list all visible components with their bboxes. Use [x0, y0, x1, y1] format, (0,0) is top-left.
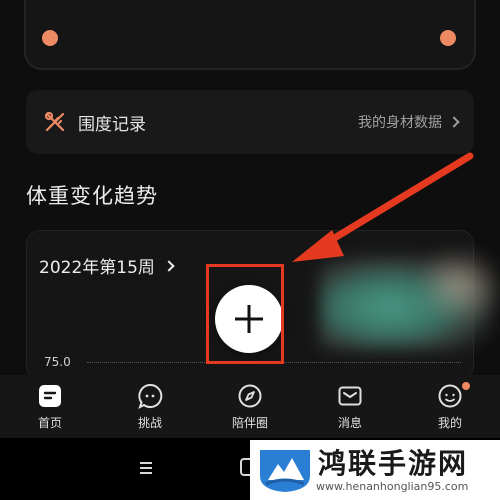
tab-profile[interactable]: 我的 [410, 382, 490, 431]
my-body-data-label: 我的身材数据 [358, 115, 442, 131]
menu-icon[interactable] [140, 462, 152, 474]
indicator-dot-right [440, 30, 456, 46]
tab-label: 陪伴圈 [231, 416, 268, 430]
mail-icon [338, 386, 362, 406]
tab-home[interactable]: 首页 [10, 383, 90, 431]
profile-icon [438, 384, 462, 408]
tab-label: 消息 [337, 416, 362, 430]
chevron-right-icon [448, 116, 460, 128]
summary-card [24, 0, 476, 70]
compass-icon [238, 384, 262, 408]
watermark-logo-icon [260, 450, 310, 492]
my-body-data-link[interactable]: 我的身材数据 [358, 112, 460, 132]
tab-challenge[interactable]: 挑战 [110, 383, 190, 431]
annotation-arrow-icon [292, 152, 474, 262]
girth-record-row[interactable]: 围度记录 我的身材数据 [26, 90, 474, 154]
tab-companion-circle[interactable]: 陪伴圈 [210, 383, 290, 431]
watermark-url: www.henanhonglian95.com [316, 480, 469, 493]
y-axis-tick-label: 75.0 [44, 355, 71, 369]
chat-icon [138, 383, 163, 409]
girth-record-title: 围度记录 [78, 114, 146, 135]
tab-label: 我的 [437, 416, 462, 430]
week-selector[interactable]: 2022年第15周 [39, 253, 175, 278]
weight-trend-title: 体重变化趋势 [26, 184, 158, 208]
chevron-right-icon [163, 259, 175, 272]
site-watermark: 鸿联手游网 www.henanhonglian95.com [250, 440, 500, 500]
tape-measure-icon [44, 111, 65, 132]
annotation-highlight-box [206, 264, 284, 364]
notification-badge [462, 382, 470, 390]
tab-label: 首页 [37, 416, 62, 430]
tab-messages[interactable]: 消息 [310, 383, 390, 431]
home-icon [39, 385, 61, 407]
indicator-dot-left [42, 30, 58, 46]
watermark-title: 鸿联手游网 [318, 447, 469, 480]
bottom-tab-bar: 首页 挑战 陪伴圈 消息 我的 [0, 375, 500, 438]
week-label: 2022年第15周 [39, 258, 155, 278]
tab-label: 挑战 [137, 416, 162, 430]
